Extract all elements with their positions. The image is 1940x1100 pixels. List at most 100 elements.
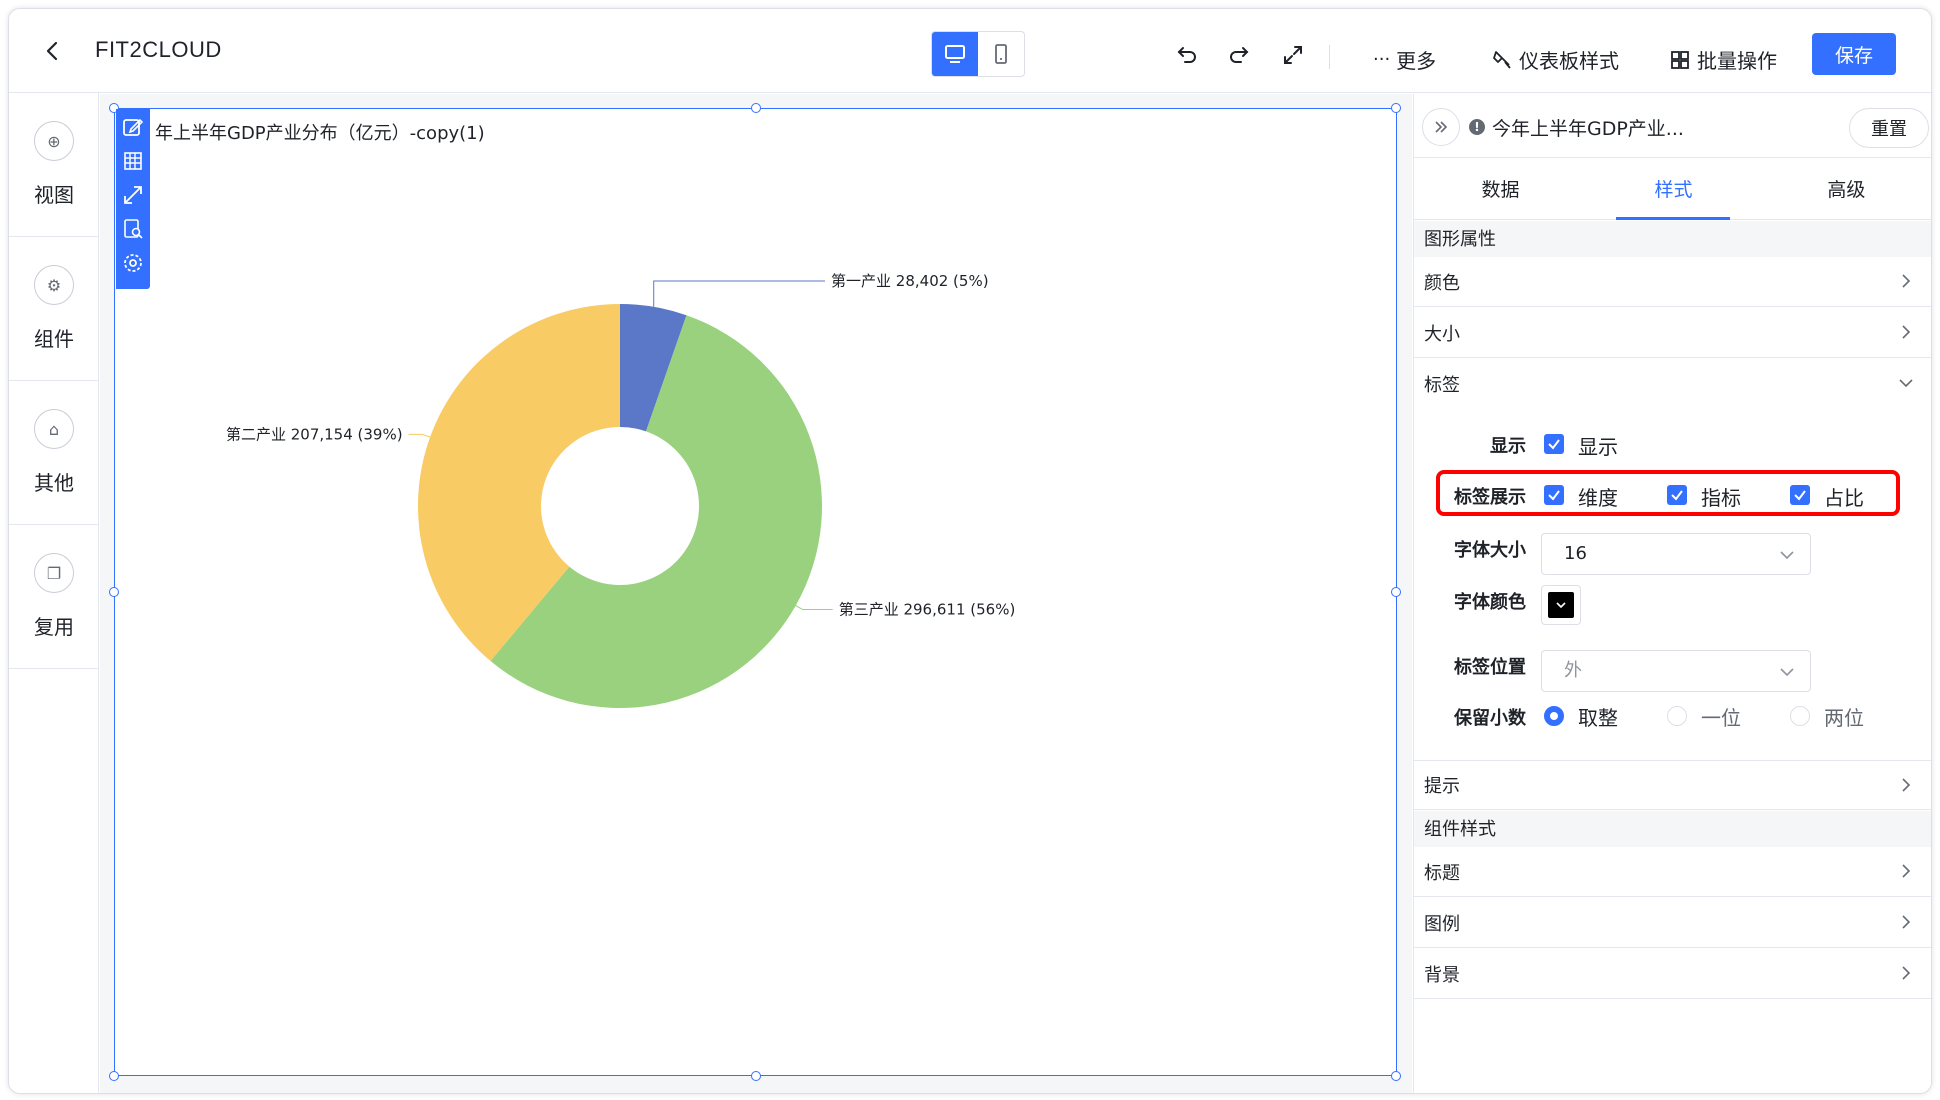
fullscreen-button[interactable] xyxy=(1281,43,1305,67)
redo-button[interactable] xyxy=(1227,43,1251,67)
sidebar-item-reuse[interactable]: ❐ 复用 xyxy=(9,525,99,669)
chevron-down-icon xyxy=(1780,668,1794,677)
section-shape-properties: 图形属性 xyxy=(1414,221,1931,257)
mobile-view-button[interactable] xyxy=(978,32,1024,76)
decimal-radio-one-text: 一位 xyxy=(1701,706,1741,730)
back-button[interactable] xyxy=(41,39,65,63)
panel-tabs: 数据 样式 高级 xyxy=(1414,158,1931,220)
sidebar-item-label: 组件 xyxy=(34,327,74,351)
more-label: 更多 xyxy=(1396,49,1437,73)
dashboard-canvas[interactable]: 年上半年GDP产业分布（亿元）-copy(1) 第一产业 28,402 (5%)… xyxy=(100,94,1412,1093)
tab-data[interactable]: 数据 xyxy=(1414,158,1587,219)
plus-circle-icon: ⊕ xyxy=(34,121,74,161)
font-size-select[interactable]: 16 xyxy=(1541,533,1811,575)
expand-icon xyxy=(1284,46,1302,64)
save-button[interactable]: 保存 xyxy=(1812,33,1896,75)
batch-operation-button[interactable]: 批量操作 xyxy=(1669,45,1777,74)
slice-label: 第三产业 296,611 (56%) xyxy=(839,601,1016,619)
gear-icon xyxy=(124,254,142,272)
tab-style[interactable]: 样式 xyxy=(1587,158,1760,219)
grid-icon xyxy=(1671,50,1689,69)
row-size[interactable]: 大小 xyxy=(1414,308,1931,358)
ratio-checkbox-text: 占比 xyxy=(1824,486,1864,510)
dimension-checkbox[interactable] xyxy=(1544,485,1564,505)
decimal-radio-one[interactable] xyxy=(1667,706,1687,726)
font-size-label: 字体大小 xyxy=(1454,540,1526,561)
sidebar-item-label: 其他 xyxy=(34,471,74,495)
row-title[interactable]: 标题 xyxy=(1414,847,1931,897)
decimal-radio-two-text: 两位 xyxy=(1824,706,1864,730)
chevron-right-icon xyxy=(1902,915,1911,929)
table-icon xyxy=(124,152,142,170)
app-window: FIT2CLOUD ··· 更多 仪表板样式 批量操作 保存 ⊕ 视图 ⚙ 组件… xyxy=(8,8,1932,1094)
info-icon: ! xyxy=(1469,119,1485,135)
component-sidebar: ⊕ 视图 ⚙ 组件 ⌂ 其他 ❐ 复用 xyxy=(9,93,99,1093)
dashboard-style-button[interactable]: 仪表板样式 xyxy=(1491,45,1619,74)
row-background[interactable]: 背景 xyxy=(1414,949,1931,999)
decimal-radio-integer[interactable] xyxy=(1544,706,1564,726)
enlarge-button[interactable] xyxy=(121,183,145,207)
row-tooltip-label: 提示 xyxy=(1424,776,1460,797)
toolbar-divider xyxy=(1329,45,1330,69)
row-color[interactable]: 颜色 xyxy=(1414,257,1931,307)
undo-button[interactable] xyxy=(1175,43,1199,67)
ellipsis-icon: ··· xyxy=(1373,49,1391,70)
edit-button[interactable] xyxy=(121,115,145,139)
show-checkbox[interactable] xyxy=(1544,434,1564,454)
copy-icon: ❐ xyxy=(34,553,74,593)
chart-settings-button[interactable] xyxy=(121,251,145,275)
tab-advanced[interactable]: 高级 xyxy=(1760,158,1931,219)
font-color-label: 字体颜色 xyxy=(1454,592,1526,613)
show-label: 显示 xyxy=(1490,436,1526,457)
sidebar-item-view[interactable]: ⊕ 视图 xyxy=(9,93,99,237)
position-label: 标签位置 xyxy=(1454,657,1526,678)
device-switch xyxy=(931,31,1025,77)
chevron-down-icon xyxy=(1899,379,1913,388)
color-swatch xyxy=(1548,592,1574,618)
box-icon: ⌂ xyxy=(34,409,74,449)
sidebar-item-label: 复用 xyxy=(34,615,74,639)
chevron-right-icon xyxy=(1902,966,1911,980)
table-view-button[interactable] xyxy=(121,149,145,173)
more-button[interactable]: ··· 更多 xyxy=(1373,45,1436,74)
decimal-radio-two[interactable] xyxy=(1790,706,1810,726)
metric-checkbox[interactable] xyxy=(1667,485,1687,505)
top-bar: FIT2CLOUD ··· 更多 仪表板样式 批量操作 保存 xyxy=(9,9,1931,93)
mobile-icon xyxy=(995,44,1007,64)
dimension-checkbox-text: 维度 xyxy=(1578,486,1618,510)
details-button[interactable] xyxy=(121,217,145,241)
document-search-icon xyxy=(124,219,143,239)
panel-header: ! 今年上半年GDP产业... 重置 xyxy=(1414,94,1931,158)
collapse-panel-button[interactable] xyxy=(1422,108,1460,146)
row-label[interactable]: 标签 xyxy=(1414,359,1931,409)
ratio-checkbox[interactable] xyxy=(1790,485,1810,505)
row-legend[interactable]: 图例 xyxy=(1414,898,1931,948)
reset-button[interactable]: 重置 xyxy=(1849,108,1929,148)
row-tooltip[interactable]: 提示 xyxy=(1414,760,1931,810)
section-component-style: 组件样式 xyxy=(1414,811,1931,847)
decimal-label: 保留小数 xyxy=(1454,708,1526,729)
check-icon xyxy=(1548,490,1560,501)
show-checkbox-text: 显示 xyxy=(1578,435,1618,459)
slice-label: 第二产业 207,154 (39%) xyxy=(226,425,403,443)
label-leader-line xyxy=(653,280,826,307)
panel-title: 今年上半年GDP产业... xyxy=(1492,118,1684,140)
chart-card[interactable]: 年上半年GDP产业分布（亿元）-copy(1) 第一产业 28,402 (5%)… xyxy=(109,103,1401,1081)
row-background-label: 背景 xyxy=(1424,964,1460,986)
desktop-view-button[interactable] xyxy=(932,32,978,76)
double-chevron-right-icon xyxy=(1435,121,1448,133)
row-color-label: 颜色 xyxy=(1424,272,1460,294)
metric-checkbox-text: 指标 xyxy=(1701,486,1741,510)
sidebar-item-other[interactable]: ⌂ 其他 xyxy=(9,381,99,525)
font-color-picker[interactable] xyxy=(1541,585,1581,625)
row-legend-label: 图例 xyxy=(1424,913,1460,935)
sidebar-item-label: 视图 xyxy=(34,183,74,207)
batch-operation-label: 批量操作 xyxy=(1697,49,1777,73)
sidebar-item-component[interactable]: ⚙ 组件 xyxy=(9,237,99,381)
chart-toolbar xyxy=(116,109,150,289)
check-icon xyxy=(1548,439,1560,450)
gear-icon: ⚙ xyxy=(34,265,74,305)
position-select[interactable]: 外 xyxy=(1541,650,1811,692)
check-icon xyxy=(1794,490,1806,501)
undo-icon xyxy=(1177,47,1196,63)
